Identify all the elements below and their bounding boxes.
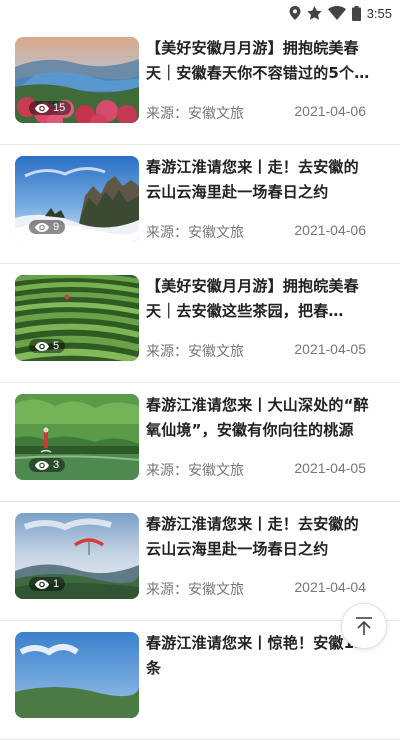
article-item[interactable]: 1 春游江淮请您来丨走！去安徽的云山云海里赴一场春日之约 来源：安徽文旅 202…: [0, 502, 400, 621]
eye-icon: [35, 460, 49, 470]
article-title[interactable]: 【美好安徽月月游】拥抱皖美春天｜安徽春天你不容错过的5个摄…: [146, 36, 372, 86]
eye-icon: [35, 341, 49, 351]
article-thumbnail[interactable]: 1: [15, 513, 139, 599]
article-thumbnail[interactable]: 3: [15, 394, 139, 480]
status-bar: 3:55: [0, 0, 400, 26]
view-count-badge: 9: [29, 220, 66, 234]
view-count-badge: 3: [29, 458, 66, 472]
battery-icon: [351, 5, 361, 21]
article-item[interactable]: 春游江淮请您来丨惊艳！安徽12条: [0, 621, 400, 740]
article-meta: 来源：安徽文旅 2021-04-06: [146, 222, 366, 242]
article-date: 2021-04-06: [294, 103, 366, 119]
view-count: 1: [53, 578, 60, 590]
eye-icon: [35, 579, 49, 589]
article-source: 来源：安徽文旅: [146, 225, 244, 241]
article-source: 来源：安徽文旅: [146, 582, 244, 598]
article-date: 2021-04-06: [294, 222, 366, 238]
article-date: 2021-04-05: [294, 341, 366, 357]
view-count-badge: 1: [29, 577, 66, 591]
article-meta: 来源：安徽文旅 2021-04-04: [146, 579, 366, 599]
article-title[interactable]: 春游江淮请您来丨惊艳！安徽12条: [146, 631, 372, 681]
article-thumbnail[interactable]: [15, 632, 139, 718]
view-count-badge: 15: [29, 101, 72, 115]
star-icon: [306, 6, 322, 20]
article-title[interactable]: 春游江淮请您来丨走！去安徽的云山云海里赴一场春日之约: [146, 512, 372, 562]
article-item[interactable]: 9 春游江淮请您来丨走！去安徽的云山云海里赴一场春日之约 来源：安徽文旅 202…: [0, 145, 400, 264]
article-meta: 来源：安徽文旅 2021-04-06: [146, 103, 366, 123]
article-thumbnail[interactable]: 15: [15, 37, 139, 123]
article-date: 2021-04-04: [294, 579, 366, 595]
view-count: 9: [53, 221, 60, 233]
article-source: 来源：安徽文旅: [146, 344, 244, 360]
article-thumbnail[interactable]: 5: [15, 275, 139, 361]
clock: 3:55: [366, 5, 392, 21]
article-item[interactable]: 3 春游江淮请您来丨大山深处的“醉氧仙境”，安徽有你向往的桃源 来源：安徽文旅 …: [0, 383, 400, 502]
view-count: 3: [53, 459, 60, 471]
back-to-top-button[interactable]: [341, 603, 387, 649]
article-meta: 来源：安徽文旅 2021-04-05: [146, 460, 366, 480]
article-title[interactable]: 春游江淮请您来丨走！去安徽的云山云海里赴一场春日之约: [146, 155, 372, 205]
wifi-icon: [327, 6, 346, 20]
article-source: 来源：安徽文旅: [146, 106, 244, 122]
article-item[interactable]: 5 【美好安徽月月游】拥抱皖美春天｜去安徽这些茶园，把春天“一… 来源：安徽文旅…: [0, 264, 400, 383]
article-source: 来源：安徽文旅: [146, 463, 244, 479]
view-count: 5: [53, 340, 60, 352]
article-item[interactable]: 15 【美好安徽月月游】拥抱皖美春天｜安徽春天你不容错过的5个摄… 来源：安徽文…: [0, 26, 400, 145]
article-title[interactable]: 【美好安徽月月游】拥抱皖美春天｜去安徽这些茶园，把春天“一…: [146, 274, 372, 324]
view-count: 15: [53, 102, 66, 114]
article-meta: 来源：安徽文旅 2021-04-05: [146, 341, 366, 361]
eye-icon: [35, 103, 49, 113]
article-feed[interactable]: 15 【美好安徽月月游】拥抱皖美春天｜安徽春天你不容错过的5个摄… 来源：安徽文…: [0, 26, 400, 740]
article-title[interactable]: 春游江淮请您来丨大山深处的“醉氧仙境”，安徽有你向往的桃源: [146, 393, 372, 443]
view-count-badge: 5: [29, 339, 66, 353]
location-icon: [289, 6, 301, 20]
article-thumbnail[interactable]: 9: [15, 156, 139, 242]
eye-icon: [35, 222, 49, 232]
arrow-up-to-top-icon: [356, 617, 372, 635]
article-date: 2021-04-05: [294, 460, 366, 476]
